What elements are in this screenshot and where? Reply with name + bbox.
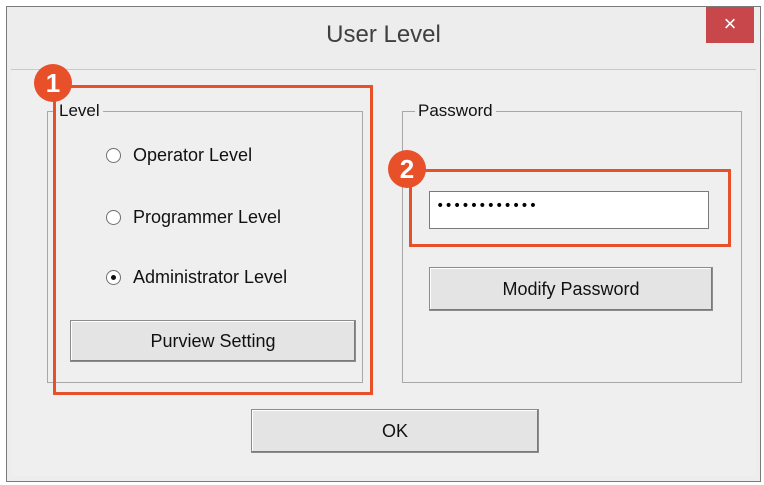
close-button[interactable]: × <box>706 7 754 43</box>
password-group-label: Password <box>415 101 496 121</box>
title-bar: User Level × <box>7 7 760 69</box>
badge-1: 1 <box>34 64 72 102</box>
ok-button[interactable]: OK <box>251 409 539 453</box>
highlight-box-level <box>53 85 373 395</box>
highlight-box-password <box>409 169 731 247</box>
dialog-title: User Level <box>326 21 441 48</box>
password-groupbox: Password •••••••••••• Modify Password <box>402 101 742 383</box>
modify-password-button[interactable]: Modify Password <box>429 267 713 311</box>
close-icon: × <box>723 11 737 36</box>
badge-2: 2 <box>388 150 426 188</box>
